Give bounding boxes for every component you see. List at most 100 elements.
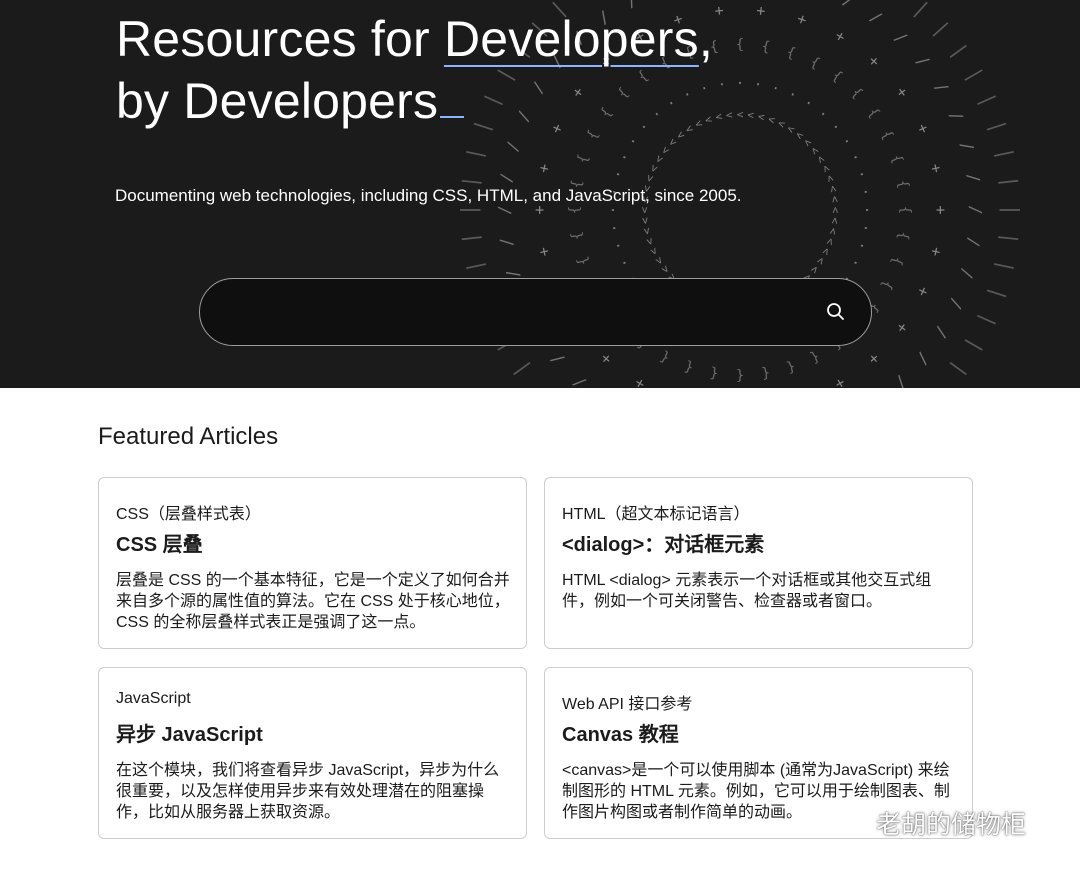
hero-title: Resources for Developers, by Developers [116, 8, 713, 132]
hero-title-link[interactable]: Developers [444, 11, 699, 67]
hero-art-glyph: < [638, 216, 652, 224]
hero-art-glyph: / [502, 139, 523, 153]
card-title[interactable]: <dialog>：对话框元素 [562, 528, 764, 557]
hero-art-glyph: / [496, 236, 516, 248]
hero-art-glyph: / [840, 0, 857, 11]
hero-art-glyph: / [931, 324, 952, 342]
hero-art-glyph: | [975, 310, 1002, 331]
hero-art-glyph: + [534, 245, 553, 258]
hero-art-glyph: { [894, 179, 911, 190]
hero-art-glyph: | [997, 231, 1022, 245]
hero-art-glyph: | [985, 284, 1012, 303]
hero-art-glyph: < [737, 108, 744, 121]
hero-art-glyph: + [913, 284, 933, 300]
hero-title-text: Resources for [116, 11, 444, 67]
hero-art-glyph: < [829, 207, 842, 214]
hero-art-glyph: . [860, 186, 877, 197]
hero-art-glyph: / [964, 236, 984, 248]
hero-art-glyph: | [461, 258, 487, 275]
hero-art-glyph: < [714, 110, 724, 124]
hero-art-glyph: < [640, 226, 654, 236]
hero-art-glyph: { [658, 348, 673, 366]
card-category[interactable]: Web API 接口参考 [562, 690, 692, 714]
featured-articles-heading: Featured Articles [98, 423, 279, 450]
search-icon [827, 303, 844, 320]
hero-art-glyph: . [603, 223, 620, 234]
hero-art-glyph: { [894, 230, 911, 241]
search-button[interactable] [823, 299, 849, 325]
hero-art-glyph: + [531, 205, 549, 214]
hero-art-glyph: + [534, 162, 553, 175]
card-title[interactable]: 异步 JavaScript [116, 718, 263, 747]
hero-art-glyph: . [817, 103, 834, 121]
hero-art-glyph: . [606, 167, 624, 180]
hero-art-glyph: < [725, 108, 733, 122]
hero-art-glyph: + [892, 319, 912, 337]
hero-art-glyph: { [865, 105, 883, 121]
hero-art-glyph: . [829, 116, 847, 133]
wechat-icon [837, 810, 868, 836]
card-category[interactable]: JavaScript [116, 690, 191, 708]
hero-art-glyph: . [716, 73, 727, 90]
hero-art-glyph: < [826, 184, 840, 194]
hero-art-glyph: { [888, 153, 906, 166]
hero-art-glyph: { [785, 358, 798, 376]
hero-art-glyph: < [828, 195, 842, 203]
article-card-css-cascade[interactable]: CSS（层叠样式表） CSS 层叠 层叠是 CSS 的一个基本特征，它是一个定义… [98, 477, 527, 649]
watermark-text: 老胡的储物柜 [876, 811, 1027, 839]
hero-art-glyph: . [849, 257, 867, 271]
hero-art-glyph: . [770, 76, 783, 94]
hero-art-glyph: . [860, 223, 877, 234]
hero-art-glyph: + [795, 9, 809, 29]
hero-art-glyph: < [823, 173, 838, 184]
hero-art-glyph: + [596, 349, 615, 368]
hero-art-glyph: { [736, 37, 744, 53]
hero-art-glyph: / [931, 78, 952, 96]
hero-art-glyph: | [962, 63, 989, 85]
hero-art-glyph: + [932, 205, 950, 214]
hero-art-glyph: + [865, 349, 884, 368]
hero-art-glyph: < [642, 236, 657, 247]
card-category[interactable]: CSS（层叠样式表） [116, 500, 261, 524]
hero-art-glyph: | [946, 358, 972, 382]
hero-art-glyph: / [946, 296, 967, 312]
card-title[interactable]: CSS 层叠 [116, 528, 203, 557]
hero-art-glyph: | [929, 16, 955, 41]
hero-art-glyph: { [878, 278, 896, 293]
hero-art-glyph: + [832, 26, 849, 46]
hero-art-glyph: | [1000, 204, 1024, 216]
hero-art-glyph: < [766, 113, 777, 128]
hero-art-glyph: < [757, 110, 767, 124]
card-title[interactable]: Canvas 教程 [562, 718, 679, 747]
hero-art-glyph: | [997, 174, 1022, 188]
hero-art-glyph: / [891, 372, 911, 388]
hero-art-glyph: { [760, 364, 771, 381]
hero-art-glyph: / [867, 7, 886, 28]
hero-art-glyph: . [787, 83, 801, 101]
hero-art-glyph: / [547, 349, 568, 368]
article-card-async-js[interactable]: JavaScript 异步 JavaScript 在这个模块，我们将查看异步 J… [98, 667, 527, 839]
article-card-dialog[interactable]: HTML（超文本标记语言） <dialog>：对话框元素 HTML <dialo… [544, 477, 973, 649]
hero-art-glyph: / [495, 205, 514, 215]
card-description: 在这个模块，我们将查看异步 JavaScript，异步为什么很重要，以及怎样使用… [116, 762, 500, 821]
hero-art-glyph: { [683, 358, 696, 376]
hero-art-glyph: + [832, 374, 849, 388]
search-input[interactable] [228, 279, 808, 345]
hero-art-glyph: / [957, 266, 978, 280]
hero-art-glyph: + [926, 245, 945, 258]
hero-subtitle: Documenting web technologies, including … [115, 186, 742, 205]
hero-art-glyph: | [457, 231, 482, 245]
hero-art-glyph: / [967, 205, 986, 215]
hero-art-glyph: < [826, 227, 840, 237]
watermark: 老胡的储物柜 [836, 803, 1026, 843]
hero-art-glyph: . [606, 240, 624, 253]
hero-art-glyph: { [808, 348, 823, 366]
hero-art-glyph: { [829, 68, 845, 86]
card-category[interactable]: HTML（超文本标记语言） [562, 500, 750, 524]
hero-art-glyph: { [848, 85, 865, 102]
hero-art-glyph: + [756, 1, 767, 20]
hero-art-glyph: | [975, 89, 1002, 110]
hero-art-glyph: . [849, 149, 867, 163]
hero-art-glyph: < [646, 245, 661, 257]
hero-art-glyph: { [888, 255, 906, 268]
